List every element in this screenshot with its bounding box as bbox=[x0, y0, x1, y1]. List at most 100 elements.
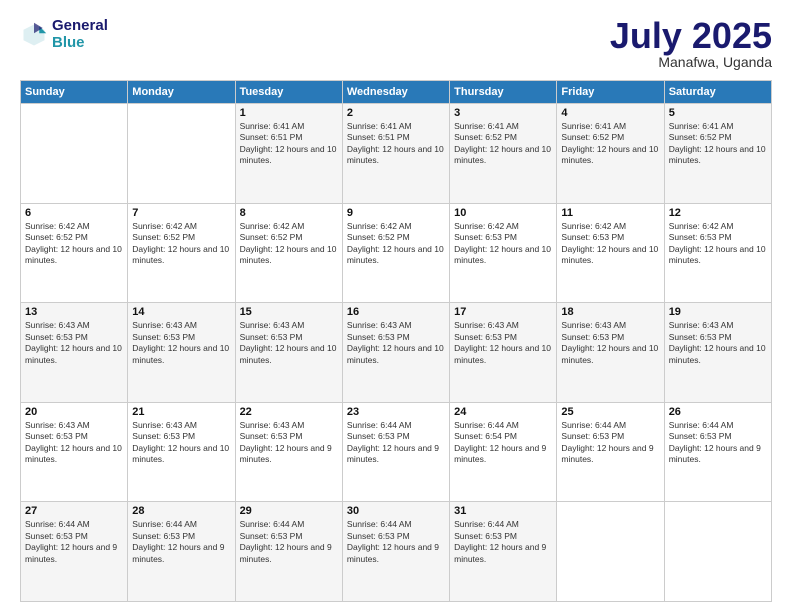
day-info: Sunrise: 6:44 AM Sunset: 6:53 PM Dayligh… bbox=[454, 519, 552, 565]
calendar-cell: 11 Sunrise: 6:42 AM Sunset: 6:53 PM Dayli… bbox=[557, 203, 664, 303]
calendar-cell: 8 Sunrise: 6:42 AM Sunset: 6:52 PM Daylig… bbox=[235, 203, 342, 303]
calendar-cell bbox=[557, 502, 664, 602]
logo-icon bbox=[20, 21, 48, 49]
day-number: 28 bbox=[132, 505, 230, 517]
calendar-week-5: 27 Sunrise: 6:44 AM Sunset: 6:53 PM Dayli… bbox=[21, 502, 772, 602]
day-number: 8 bbox=[240, 207, 338, 219]
calendar-week-3: 13Sunrise: 6:43 AM Sunset: 6:53 PM Dayli… bbox=[21, 303, 772, 403]
calendar-cell bbox=[128, 104, 235, 204]
day-info: Sunrise: 6:42 AM Sunset: 6:53 PM Dayligh… bbox=[454, 221, 552, 267]
calendar-cell: 6 Sunrise: 6:42 AM Sunset: 6:52 PM Daylig… bbox=[21, 203, 128, 303]
day-number: 12 bbox=[669, 207, 767, 219]
calendar-cell: 18Sunrise: 6:43 AM Sunset: 6:53 PM Dayli… bbox=[557, 303, 664, 403]
day-number: 25 bbox=[561, 406, 659, 418]
day-number: 14 bbox=[132, 306, 230, 318]
calendar-cell: 31 Sunrise: 6:44 AM Sunset: 6:53 PM Dayli… bbox=[450, 502, 557, 602]
calendar-cell: 15 Sunrise: 6:43 AM Sunset: 6:53 PM Dayli… bbox=[235, 303, 342, 403]
calendar-cell: 16 Sunrise: 6:43 AM Sunset: 6:53 PM Dayli… bbox=[342, 303, 449, 403]
col-friday: Friday bbox=[557, 81, 664, 104]
day-number: 21 bbox=[132, 406, 230, 418]
day-number: 11 bbox=[561, 207, 659, 219]
header: General Blue July 2025 Manafwa, Uganda bbox=[20, 18, 772, 70]
day-number: 24 bbox=[454, 406, 552, 418]
day-number: 15 bbox=[240, 306, 338, 318]
day-info: Sunrise: 6:41 AM Sunset: 6:51 PM Dayligh… bbox=[240, 121, 338, 167]
calendar-week-2: 6 Sunrise: 6:42 AM Sunset: 6:52 PM Daylig… bbox=[21, 203, 772, 303]
col-monday: Monday bbox=[128, 81, 235, 104]
day-info: Sunrise: 6:41 AM Sunset: 6:52 PM Dayligh… bbox=[561, 121, 659, 167]
day-number: 5 bbox=[669, 107, 767, 119]
calendar-cell: 13Sunrise: 6:43 AM Sunset: 6:53 PM Dayli… bbox=[21, 303, 128, 403]
day-number: 10 bbox=[454, 207, 552, 219]
page: General Blue July 2025 Manafwa, Uganda S… bbox=[0, 0, 792, 612]
day-info: Sunrise: 6:42 AM Sunset: 6:52 PM Dayligh… bbox=[25, 221, 123, 267]
day-number: 18 bbox=[561, 306, 659, 318]
day-info: Sunrise: 6:42 AM Sunset: 6:52 PM Dayligh… bbox=[132, 221, 230, 267]
day-number: 29 bbox=[240, 505, 338, 517]
col-wednesday: Wednesday bbox=[342, 81, 449, 104]
month-title: July 2025 bbox=[610, 18, 772, 54]
calendar-cell: 7Sunrise: 6:42 AM Sunset: 6:52 PM Daylig… bbox=[128, 203, 235, 303]
calendar-cell: 2 Sunrise: 6:41 AM Sunset: 6:51 PM Daylig… bbox=[342, 104, 449, 204]
title-block: July 2025 Manafwa, Uganda bbox=[610, 18, 772, 70]
day-number: 9 bbox=[347, 207, 445, 219]
day-info: Sunrise: 6:42 AM Sunset: 6:52 PM Dayligh… bbox=[240, 221, 338, 267]
day-info: Sunrise: 6:44 AM Sunset: 6:54 PM Dayligh… bbox=[454, 420, 552, 466]
calendar-cell: 9Sunrise: 6:42 AM Sunset: 6:52 PM Daylig… bbox=[342, 203, 449, 303]
day-number: 19 bbox=[669, 306, 767, 318]
day-info: Sunrise: 6:43 AM Sunset: 6:53 PM Dayligh… bbox=[454, 320, 552, 366]
day-info: Sunrise: 6:43 AM Sunset: 6:53 PM Dayligh… bbox=[25, 320, 123, 366]
day-number: 16 bbox=[347, 306, 445, 318]
day-number: 3 bbox=[454, 107, 552, 119]
calendar-cell: 1 Sunrise: 6:41 AM Sunset: 6:51 PM Daylig… bbox=[235, 104, 342, 204]
calendar-cell: 28Sunrise: 6:44 AM Sunset: 6:53 PM Dayli… bbox=[128, 502, 235, 602]
day-info: Sunrise: 6:41 AM Sunset: 6:52 PM Dayligh… bbox=[454, 121, 552, 167]
col-tuesday: Tuesday bbox=[235, 81, 342, 104]
calendar-cell: 20Sunrise: 6:43 AM Sunset: 6:53 PM Dayli… bbox=[21, 402, 128, 502]
day-number: 22 bbox=[240, 406, 338, 418]
calendar-cell: 17Sunrise: 6:43 AM Sunset: 6:53 PM Dayli… bbox=[450, 303, 557, 403]
day-info: Sunrise: 6:44 AM Sunset: 6:53 PM Dayligh… bbox=[561, 420, 659, 466]
calendar-cell bbox=[21, 104, 128, 204]
calendar-cell: 14Sunrise: 6:43 AM Sunset: 6:53 PM Dayli… bbox=[128, 303, 235, 403]
day-number: 30 bbox=[347, 505, 445, 517]
calendar-cell: 22 Sunrise: 6:43 AM Sunset: 6:53 PM Dayli… bbox=[235, 402, 342, 502]
calendar-table: Sunday Monday Tuesday Wednesday Thursday… bbox=[20, 80, 772, 602]
day-info: Sunrise: 6:43 AM Sunset: 6:53 PM Dayligh… bbox=[132, 420, 230, 466]
day-info: Sunrise: 6:44 AM Sunset: 6:53 PM Dayligh… bbox=[347, 519, 445, 565]
day-info: Sunrise: 6:41 AM Sunset: 6:51 PM Dayligh… bbox=[347, 121, 445, 167]
calendar-cell bbox=[664, 502, 771, 602]
day-number: 2 bbox=[347, 107, 445, 119]
location-subtitle: Manafwa, Uganda bbox=[610, 54, 772, 70]
calendar-cell: 3 Sunrise: 6:41 AM Sunset: 6:52 PM Daylig… bbox=[450, 104, 557, 204]
logo: General Blue bbox=[20, 18, 108, 51]
calendar-cell: 27 Sunrise: 6:44 AM Sunset: 6:53 PM Dayli… bbox=[21, 502, 128, 602]
day-info: Sunrise: 6:42 AM Sunset: 6:53 PM Dayligh… bbox=[561, 221, 659, 267]
col-saturday: Saturday bbox=[664, 81, 771, 104]
day-number: 6 bbox=[25, 207, 123, 219]
calendar-cell: 24 Sunrise: 6:44 AM Sunset: 6:54 PM Dayli… bbox=[450, 402, 557, 502]
day-info: Sunrise: 6:43 AM Sunset: 6:53 PM Dayligh… bbox=[25, 420, 123, 466]
day-info: Sunrise: 6:43 AM Sunset: 6:53 PM Dayligh… bbox=[347, 320, 445, 366]
day-info: Sunrise: 6:44 AM Sunset: 6:53 PM Dayligh… bbox=[25, 519, 123, 565]
day-number: 31 bbox=[454, 505, 552, 517]
day-info: Sunrise: 6:43 AM Sunset: 6:53 PM Dayligh… bbox=[240, 420, 338, 466]
calendar-cell: 4 Sunrise: 6:41 AM Sunset: 6:52 PM Daylig… bbox=[557, 104, 664, 204]
calendar-cell: 23Sunrise: 6:44 AM Sunset: 6:53 PM Dayli… bbox=[342, 402, 449, 502]
header-row: Sunday Monday Tuesday Wednesday Thursday… bbox=[21, 81, 772, 104]
day-number: 27 bbox=[25, 505, 123, 517]
day-number: 26 bbox=[669, 406, 767, 418]
day-number: 1 bbox=[240, 107, 338, 119]
calendar-cell: 12Sunrise: 6:42 AM Sunset: 6:53 PM Dayli… bbox=[664, 203, 771, 303]
day-info: Sunrise: 6:41 AM Sunset: 6:52 PM Dayligh… bbox=[669, 121, 767, 167]
day-info: Sunrise: 6:43 AM Sunset: 6:53 PM Dayligh… bbox=[669, 320, 767, 366]
col-thursday: Thursday bbox=[450, 81, 557, 104]
calendar-week-4: 20Sunrise: 6:43 AM Sunset: 6:53 PM Dayli… bbox=[21, 402, 772, 502]
day-info: Sunrise: 6:44 AM Sunset: 6:53 PM Dayligh… bbox=[240, 519, 338, 565]
day-info: Sunrise: 6:43 AM Sunset: 6:53 PM Dayligh… bbox=[240, 320, 338, 366]
day-number: 4 bbox=[561, 107, 659, 119]
calendar-cell: 26Sunrise: 6:44 AM Sunset: 6:53 PM Dayli… bbox=[664, 402, 771, 502]
calendar-cell: 5 Sunrise: 6:41 AM Sunset: 6:52 PM Daylig… bbox=[664, 104, 771, 204]
calendar-cell: 30 Sunrise: 6:44 AM Sunset: 6:53 PM Dayli… bbox=[342, 502, 449, 602]
calendar-cell: 10 Sunrise: 6:42 AM Sunset: 6:53 PM Dayli… bbox=[450, 203, 557, 303]
